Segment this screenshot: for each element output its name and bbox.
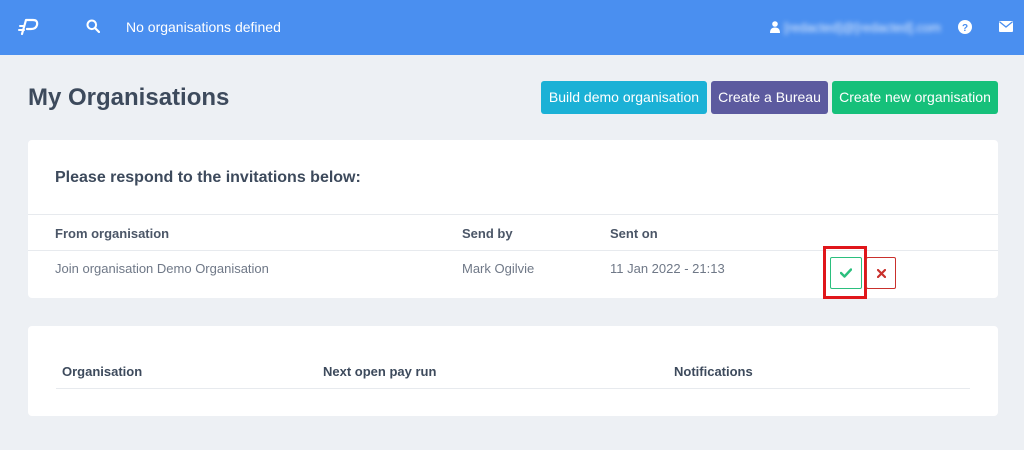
create-bureau-button[interactable]: Create a Bureau: [711, 81, 828, 114]
close-icon: [876, 268, 886, 278]
create-new-organisation-button[interactable]: Create new organisation: [832, 81, 998, 114]
column-header-notifications[interactable]: Notifications: [674, 364, 753, 379]
column-header-next-open-pay-run[interactable]: Next open pay run: [323, 364, 436, 379]
page-title: My Organisations: [28, 84, 230, 111]
divider: [28, 214, 998, 215]
user-email[interactable]: [redacted]@[redacted].com: [784, 20, 941, 35]
build-demo-organisation-button[interactable]: Build demo organisation: [541, 81, 707, 114]
decline-invitation-button[interactable]: [866, 257, 896, 289]
logo-icon[interactable]: [16, 14, 42, 40]
invitation-sent-on: 11 Jan 2022 - 21:13: [610, 261, 725, 276]
column-header-organisation[interactable]: Organisation: [62, 364, 142, 379]
invitation-organisation: Join organisation Demo Organisation: [55, 261, 269, 276]
column-header-sent-on[interactable]: Sent on: [610, 226, 658, 241]
top-bar: No organisations defined [redacted]@[red…: [0, 0, 1024, 55]
help-icon[interactable]: ?: [958, 20, 972, 34]
svg-text:?: ?: [962, 23, 968, 34]
organisations-card: Organisation Next open pay run Notificat…: [28, 326, 998, 416]
column-header-sent-by[interactable]: Send by: [462, 226, 513, 241]
invitation-sent-by: Mark Ogilvie: [462, 261, 535, 276]
accept-invitation-button[interactable]: [830, 257, 862, 289]
mail-icon[interactable]: [999, 21, 1013, 32]
search-icon[interactable]: [86, 19, 100, 33]
divider: [56, 388, 970, 389]
check-icon: [840, 268, 852, 278]
column-header-from-organisation[interactable]: From organisation: [55, 226, 169, 241]
invitations-heading: Please respond to the invitations below:: [55, 169, 361, 186]
invitations-card: Please respond to the invitations below:…: [28, 140, 998, 299]
organisation-status: No organisations defined: [126, 19, 281, 35]
user-icon: [770, 21, 780, 33]
